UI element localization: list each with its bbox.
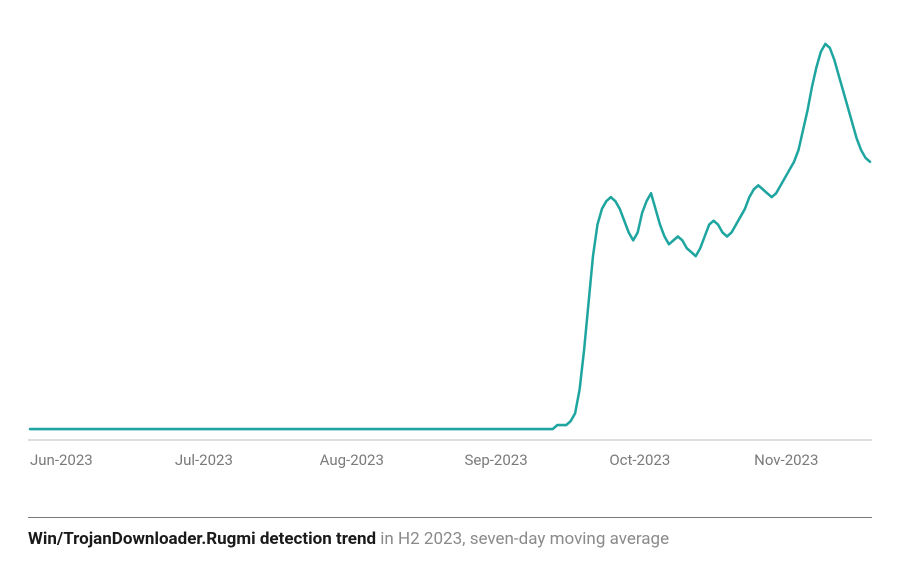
trend-line	[30, 44, 870, 429]
x-tick-label: Aug-2023	[320, 451, 465, 469]
chart-caption: Win/TrojanDownloader.Rugmi detection tre…	[28, 528, 872, 552]
line-chart-svg	[28, 18, 872, 445]
caption-divider	[28, 517, 872, 518]
x-tick-label: Jul-2023	[175, 451, 320, 469]
caption-subtitle: in H2 2023, seven-day moving average	[376, 529, 669, 549]
caption-title: Win/TrojanDownloader.Rugmi detection tre…	[28, 529, 376, 549]
x-tick-label: Nov-2023	[754, 451, 870, 469]
x-tick-label: Jun-2023	[30, 451, 175, 469]
plot-area	[28, 18, 872, 445]
x-tick-label: Sep-2023	[464, 451, 609, 469]
chart-container: Jun-2023 Jul-2023 Aug-2023 Sep-2023 Oct-…	[0, 0, 900, 574]
x-tick-label: Oct-2023	[609, 451, 754, 469]
x-axis-labels: Jun-2023 Jul-2023 Aug-2023 Sep-2023 Oct-…	[28, 445, 872, 469]
